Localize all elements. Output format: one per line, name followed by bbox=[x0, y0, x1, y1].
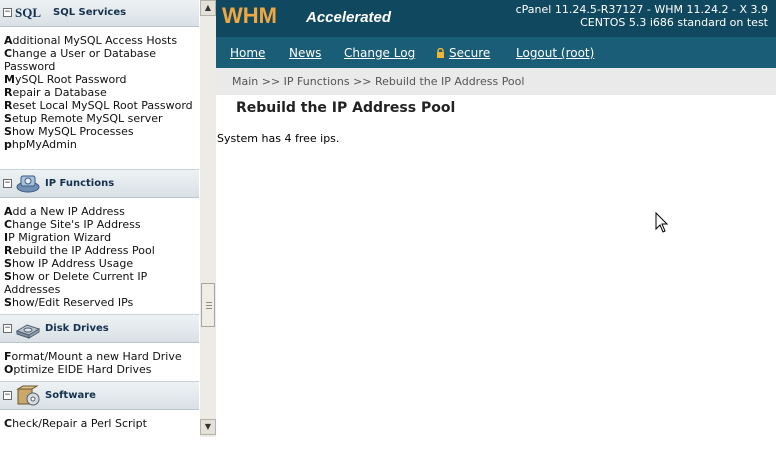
sidebar-link-change-user-or-database-password[interactable]: Change a User or Database Password bbox=[4, 47, 199, 73]
mouse-cursor-icon bbox=[655, 212, 669, 233]
sidebar-link-change-site-ip-address[interactable]: Change Site's IP Address bbox=[4, 218, 199, 231]
link-hotkey-letter: F bbox=[4, 350, 12, 363]
sidebar: − SQL SQL Services Additional MySQL Acce… bbox=[0, 0, 216, 450]
sql-services-links: Additional MySQL Access Hosts Change a U… bbox=[4, 34, 199, 151]
software-links: Check/Repair a Perl Script bbox=[4, 417, 199, 430]
nav-secure[interactable]: Secure bbox=[436, 46, 490, 60]
scrollbar-thumb[interactable] bbox=[201, 283, 215, 327]
sidebar-link-rebuild-ip-address-pool[interactable]: Rebuild the IP Address Pool bbox=[4, 244, 199, 257]
whm-logo: WHM bbox=[222, 3, 277, 28]
nav-home[interactable]: Home bbox=[230, 46, 265, 60]
sidebar-link-optimize-eide-hard-drives[interactable]: Optimize EIDE Hard Drives bbox=[4, 363, 199, 376]
link-hotkey-letter: R bbox=[4, 99, 13, 112]
section-header-software[interactable]: − Software bbox=[0, 381, 199, 410]
sidebar-link-show-edit-reserved-ips[interactable]: Show/Edit Reserved IPs bbox=[4, 296, 199, 309]
breadcrumb: Main >> IP Functions >> Rebuild the IP A… bbox=[216, 68, 776, 95]
link-hotkey-letter: S bbox=[4, 296, 12, 309]
link-hotkey-letter: S bbox=[4, 125, 12, 138]
collapse-toggle-icon[interactable]: − bbox=[3, 179, 12, 188]
link-hotkey-letter: C bbox=[4, 47, 13, 60]
grip-line bbox=[206, 302, 212, 303]
link-hotkey-letter: I bbox=[4, 231, 9, 244]
sidebar-link-reset-local-mysql-root-password[interactable]: Reset Local MySQL Root Password bbox=[4, 99, 199, 112]
nav-change-log[interactable]: Change Log bbox=[344, 46, 415, 60]
sidebar-link-add-new-ip-address[interactable]: Add a New IP Address bbox=[4, 205, 199, 218]
link-hotkey-letter: O bbox=[4, 363, 14, 376]
sidebar-link-ip-migration-wizard[interactable]: IP Migration Wizard bbox=[4, 231, 199, 244]
collapse-toggle-icon[interactable]: − bbox=[3, 324, 12, 333]
link-hotkey-letter: M bbox=[4, 73, 15, 86]
version-info: cPanel 11.24.5-R37127 - WHM 11.24.2 - X … bbox=[516, 3, 768, 29]
link-hotkey-letter: C bbox=[4, 218, 13, 231]
nav-logout[interactable]: Logout (root) bbox=[516, 46, 594, 60]
sidebar-link-additional-mysql-access-hosts[interactable]: Additional MySQL Access Hosts bbox=[4, 34, 199, 47]
section-title: IP Functions bbox=[45, 178, 115, 189]
scroll-up-arrow-icon[interactable]: ▲ bbox=[200, 0, 216, 16]
section-header-ip-functions[interactable]: − IP Functions bbox=[0, 169, 199, 198]
network-icon bbox=[15, 173, 41, 195]
link-hotkey-letter: S bbox=[4, 112, 12, 125]
breadcrumb-text[interactable]: Main >> IP Functions >> Rebuild the IP A… bbox=[232, 75, 524, 88]
status-message: System has 4 free ips. bbox=[217, 132, 340, 145]
sidebar-link-show-or-delete-ip-addresses[interactable]: Show or Delete Current IP Addresses bbox=[4, 270, 199, 296]
page-title: Rebuild the IP Address Pool bbox=[236, 100, 456, 116]
sql-icon: SQL bbox=[15, 5, 42, 20]
sidebar-link-show-mysql-processes[interactable]: Show MySQL Processes bbox=[4, 125, 199, 138]
nav-news[interactable]: News bbox=[289, 46, 321, 60]
collapse-toggle-icon[interactable]: − bbox=[3, 8, 12, 17]
link-hotkey-letter: S bbox=[4, 257, 12, 270]
whm-logo-subtitle: Accelerated bbox=[306, 9, 392, 26]
section-title: SQL Services bbox=[53, 7, 127, 18]
link-hotkey-letter: R bbox=[4, 244, 13, 257]
top-header: WHM Accelerated cPanel 11.24.5-R37127 - … bbox=[216, 0, 776, 37]
section-title: Software bbox=[45, 390, 96, 401]
sidebar-link-phpmyadmin[interactable]: phpMyAdmin bbox=[4, 138, 199, 151]
server-info-line: CENTOS 5.3 i686 standard on test bbox=[580, 16, 768, 29]
top-nav: Home News Change Log Secure Logout (root… bbox=[216, 37, 776, 68]
link-hotkey-letter: R bbox=[4, 86, 13, 99]
section-header-sql-services[interactable]: − SQL SQL Services bbox=[0, 0, 199, 27]
link-hotkey-letter: A bbox=[4, 205, 13, 218]
software-box-icon bbox=[15, 385, 41, 407]
scroll-down-arrow-icon[interactable]: ▼ bbox=[200, 419, 216, 435]
sidebar-content: − SQL SQL Services Additional MySQL Acce… bbox=[0, 0, 199, 450]
link-hotkey-letter: C bbox=[4, 417, 13, 430]
grip-line bbox=[206, 305, 212, 306]
nav-secure-label: Secure bbox=[449, 46, 491, 60]
ip-functions-links: Add a New IP Address Change Site's IP Ad… bbox=[4, 205, 199, 309]
link-hotkey-letter: p bbox=[4, 138, 12, 151]
disk-drives-links: Format/Mount a new Hard Drive Optimize E… bbox=[4, 350, 199, 376]
lock-icon bbox=[437, 48, 444, 58]
section-header-disk-drives[interactable]: − Disk Drives bbox=[0, 314, 199, 343]
grip-line bbox=[206, 308, 212, 309]
sidebar-link-mysql-root-password[interactable]: MySQL Root Password bbox=[4, 73, 199, 86]
collapse-toggle-icon[interactable]: − bbox=[3, 391, 12, 400]
link-hotkey-letter: A bbox=[4, 34, 13, 47]
sidebar-scrollbar[interactable]: ▲ ▼ bbox=[200, 0, 216, 437]
section-title: Disk Drives bbox=[45, 323, 109, 334]
version-line: cPanel 11.24.5-R37127 - WHM 11.24.2 - X … bbox=[515, 3, 768, 16]
sidebar-link-setup-remote-mysql-server[interactable]: Setup Remote MySQL server bbox=[4, 112, 199, 125]
hard-drive-icon bbox=[15, 318, 41, 340]
sidebar-link-format-mount-hard-drive[interactable]: Format/Mount a new Hard Drive bbox=[4, 350, 199, 363]
sidebar-link-show-ip-address-usage[interactable]: Show IP Address Usage bbox=[4, 257, 199, 270]
sidebar-link-repair-database[interactable]: Repair a Database bbox=[4, 86, 199, 99]
sidebar-link-check-repair-perl-script[interactable]: Check/Repair a Perl Script bbox=[4, 417, 199, 430]
link-hotkey-letter: S bbox=[4, 270, 12, 283]
